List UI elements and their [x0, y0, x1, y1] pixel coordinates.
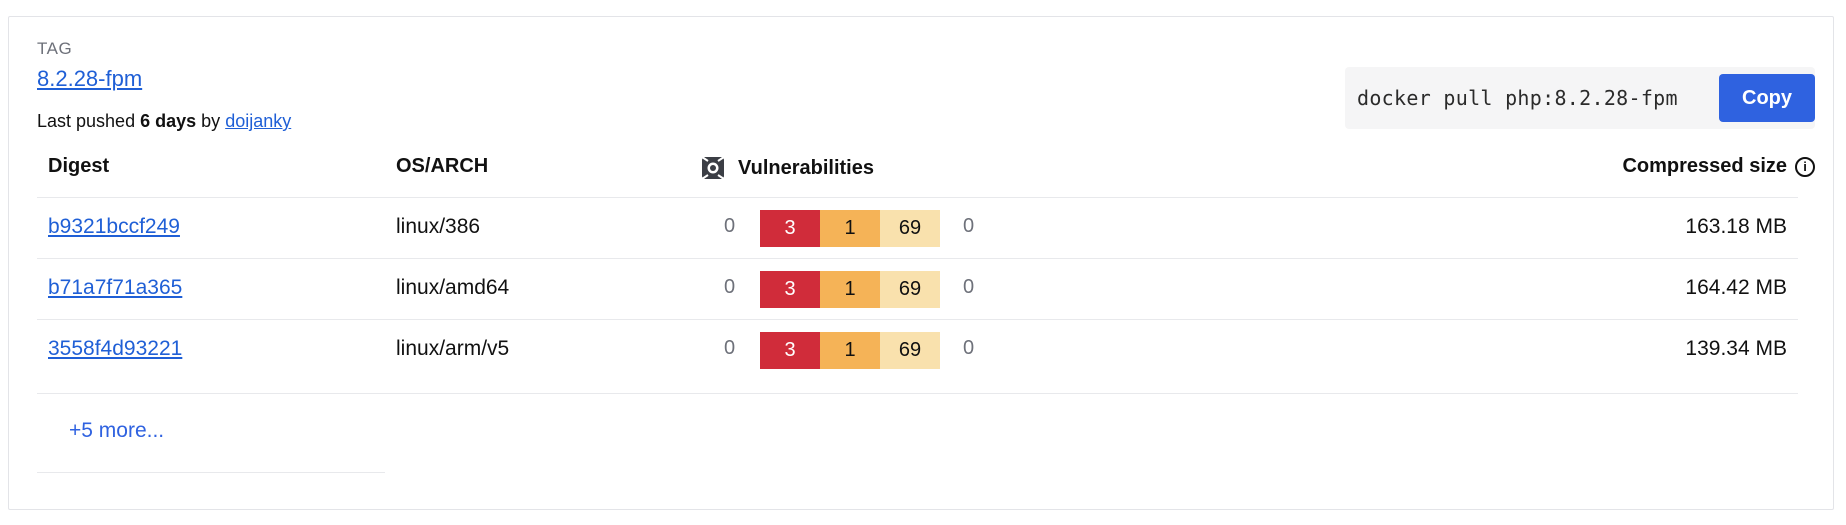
last-pushed-by-word: by — [201, 111, 221, 131]
digest-link[interactable]: b9321bccf249 — [48, 215, 180, 239]
vulnerability-bar[interactable]: 3 1 69 — [760, 332, 940, 369]
compressed-size-value: 163.18 MB — [1685, 215, 1787, 238]
vuln-medium-count: 69 — [880, 271, 940, 308]
vuln-none-count-right: 0 — [963, 215, 975, 237]
more-divider — [37, 472, 385, 473]
os-arch-value: linux/arm/v5 — [396, 337, 510, 360]
vuln-none-count-right: 0 — [963, 337, 975, 359]
vuln-medium-count: 69 — [880, 210, 940, 247]
pull-command-text[interactable]: docker pull php:8.2.28-fpm — [1357, 86, 1678, 110]
vuln-critical-count: 3 — [760, 210, 820, 247]
vuln-none-count-left: 0 — [724, 215, 736, 237]
vuln-high-count: 1 — [820, 210, 880, 247]
show-more-link[interactable]: +5 more... — [69, 419, 164, 443]
vulnerability-bar[interactable]: 3 1 69 — [760, 271, 940, 308]
os-arch-value: linux/386 — [396, 215, 481, 238]
vuln-critical-count: 3 — [760, 271, 820, 308]
vulnerability-bar[interactable]: 3 1 69 — [760, 210, 940, 247]
scout-vulnerability-icon — [701, 156, 725, 180]
compressed-size-value: 139.34 MB — [1685, 337, 1787, 360]
table-row: 3558f4d93221 linux/arm/v5 0 3 1 69 0 139… — [0, 320, 1846, 380]
vulnerabilities-column-header: Vulnerabilities — [700, 155, 874, 181]
vuln-high-count: 1 — [820, 332, 880, 369]
os-arch-column-header: OS/ARCH — [396, 155, 489, 177]
vuln-critical-count: 3 — [760, 332, 820, 369]
os-arch-value: linux/amd64 — [396, 276, 510, 299]
compressed-size-value: 164.42 MB — [1685, 276, 1787, 299]
table-row: b9321bccf249 linux/386 0 3 1 69 0 163.18… — [0, 198, 1846, 258]
pull-command-box: docker pull php:8.2.28-fpm Copy — [1345, 67, 1815, 129]
digest-link[interactable]: 3558f4d93221 — [48, 337, 182, 361]
row-divider — [37, 393, 1798, 394]
last-pushed-age: 6 days — [140, 111, 197, 131]
pushed-by-user-link[interactable]: doijanky — [225, 111, 291, 131]
last-pushed-info: Last pushed 6 days by doijanky — [37, 111, 291, 132]
last-pushed-prefix: Last pushed — [37, 111, 136, 131]
vuln-medium-count: 69 — [880, 332, 940, 369]
vuln-none-count-left: 0 — [724, 276, 736, 298]
copy-button[interactable]: Copy — [1719, 74, 1815, 122]
digest-link[interactable]: b71a7f71a365 — [48, 276, 182, 300]
vuln-high-count: 1 — [820, 271, 880, 308]
tag-name-link[interactable]: 8.2.28-fpm — [37, 66, 142, 92]
table-row: b71a7f71a365 linux/amd64 0 3 1 69 0 164.… — [0, 259, 1846, 319]
info-circle-icon[interactable]: i — [1795, 156, 1815, 177]
vuln-none-count-right: 0 — [963, 276, 975, 298]
compressed-size-header-label: Compressed size — [1622, 155, 1787, 177]
vulnerabilities-header-label: Vulnerabilities — [738, 156, 874, 179]
digest-column-header: Digest — [48, 155, 110, 177]
tag-section-label: TAG — [37, 39, 73, 58]
compressed-size-column-header: Compressed size i — [1622, 155, 1815, 178]
vuln-none-count-left: 0 — [724, 337, 736, 359]
